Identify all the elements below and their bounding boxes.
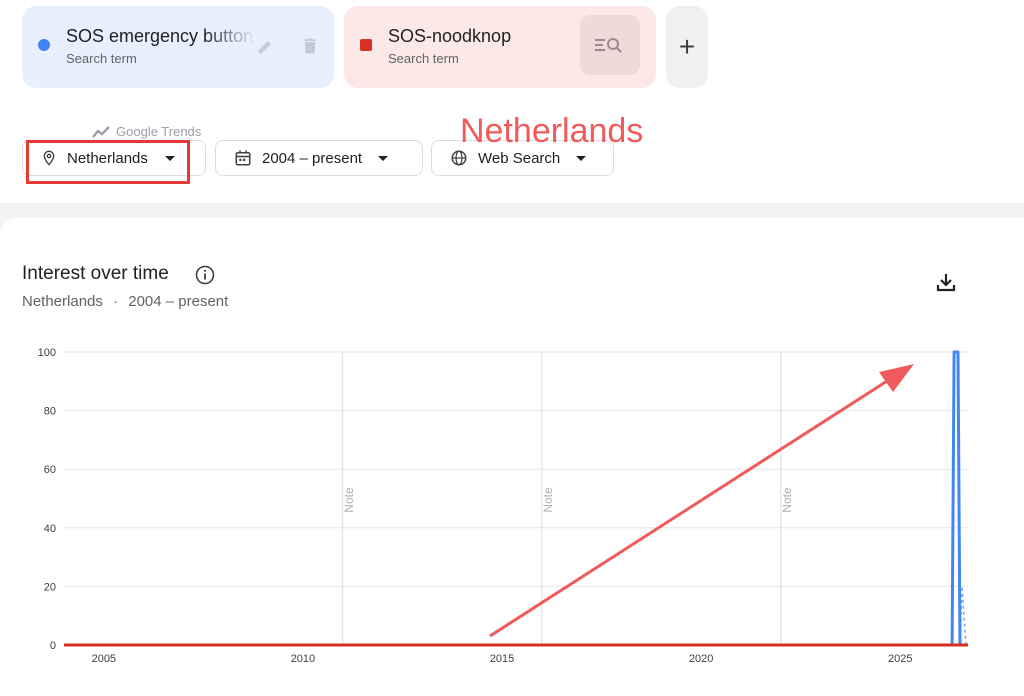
x-tick-label: 2015 xyxy=(490,653,514,665)
annotation-arrow-head xyxy=(879,364,914,392)
x-tick-label: 2010 xyxy=(291,653,315,665)
y-tick-label: 40 xyxy=(44,523,56,535)
note-label: Note xyxy=(541,487,555,513)
x-tick-label: 2020 xyxy=(689,653,713,665)
interest-over-time-chart: 100 80 60 40 20 0 2005 2010 2015 2020 2025 Note Note… xyxy=(38,347,968,665)
y-tick-label: 80 xyxy=(44,406,56,418)
x-tick-label: 2025 xyxy=(888,653,912,665)
watermark-label: Google Trends xyxy=(116,124,202,139)
note-label: Note xyxy=(342,487,356,513)
google-trends-watermark: Google Trends xyxy=(92,124,201,139)
y-tick-label: 60 xyxy=(44,464,56,476)
annotation-text: Netherlands xyxy=(460,112,644,150)
y-tick-label: 20 xyxy=(44,581,56,593)
note-label: Note xyxy=(780,487,794,513)
chart-series xyxy=(64,350,968,647)
series-line-1 xyxy=(64,350,962,647)
trends-logo-icon xyxy=(92,125,110,138)
chart-grid: 100 80 60 40 20 0 2005 2010 2015 2020 2025 Note Note… xyxy=(38,347,968,665)
y-tick-label: 0 xyxy=(50,640,56,652)
y-tick-label: 100 xyxy=(38,347,56,359)
x-tick-label: 2005 xyxy=(92,653,116,665)
